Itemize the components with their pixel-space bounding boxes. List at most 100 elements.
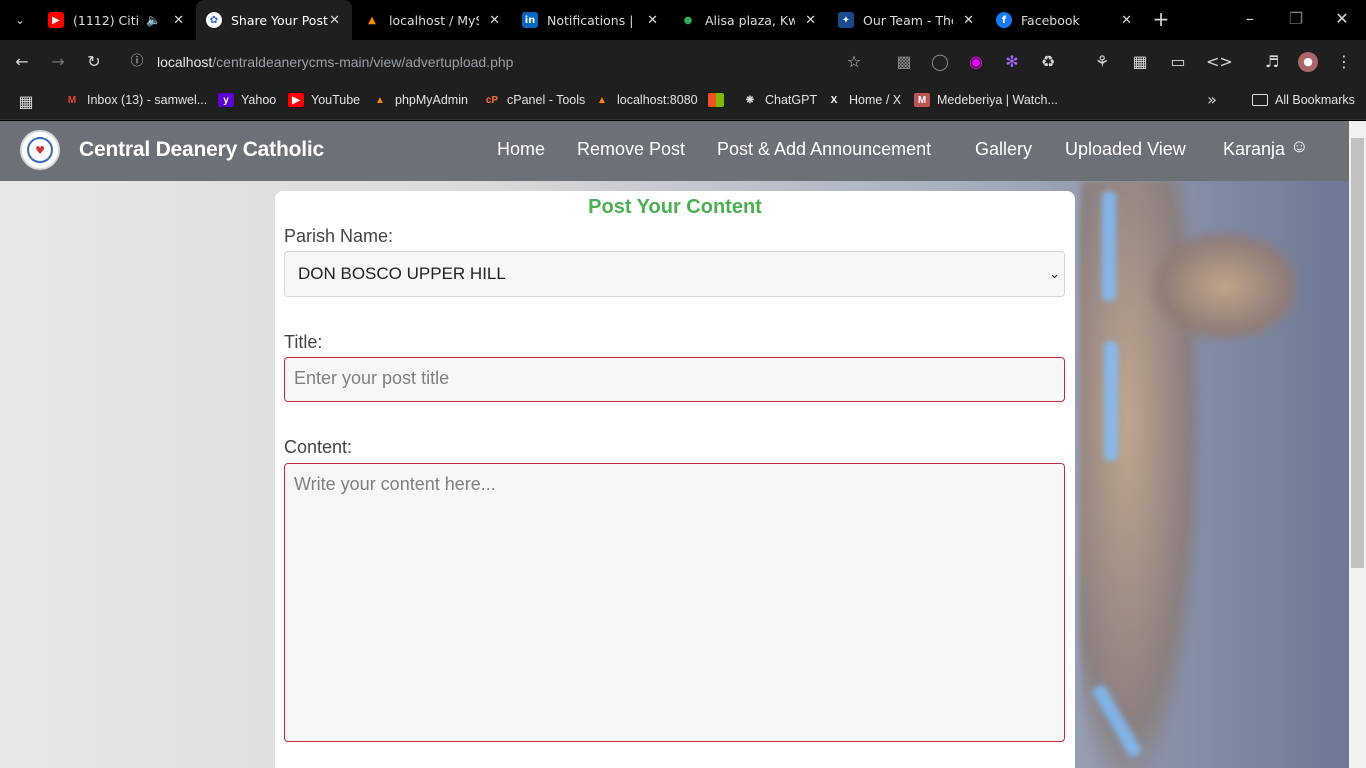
bookmark-localhost-8080[interactable]: ▲ localhost:8080: [594, 92, 698, 108]
nav-uploaded-view[interactable]: Uploaded View: [1065, 139, 1186, 160]
extension-circle-icon[interactable]: ◯: [930, 52, 950, 72]
bookmark-star-icon[interactable]: ☆: [844, 52, 864, 72]
phpmyadmin-icon: ▲: [375, 94, 385, 106]
medeberiya-icon: M: [914, 93, 930, 107]
title-label: Title:: [284, 332, 323, 352]
user-name: Karanja: [1223, 139, 1286, 159]
performance-icon[interactable]: ⚘: [1092, 52, 1112, 72]
bookmark-gmail[interactable]: M Inbox (13) - samwel...: [64, 92, 207, 108]
user-circle-icon: ☺: [1290, 136, 1309, 156]
tab-strip: ⌄ ▶ (1112) Citize 🔈 ✕ ✿ Share Your Post …: [0, 0, 1366, 40]
tab-our-team[interactable]: ✦ Our Team - The ✕: [830, 0, 980, 40]
address-bar[interactable]: localhost/centraldeanerycms-main/view/ad…: [157, 54, 513, 70]
profile-avatar[interactable]: ●: [1298, 52, 1318, 72]
close-icon[interactable]: ✕: [1121, 13, 1132, 28]
tab-share-your-post[interactable]: ✿ Share Your Post ✕: [196, 0, 352, 40]
all-bookmarks[interactable]: All Bookmarks: [1252, 92, 1355, 108]
bookmark-label: localhost:8080: [617, 93, 698, 107]
site-icon: ✿: [206, 12, 222, 28]
tab-maps[interactable]: ● Alisa plaza, Kwa ✕: [672, 0, 822, 40]
tab-phpmyadmin[interactable]: ▲ localhost / MySC ✕: [356, 0, 506, 40]
cast-icon[interactable]: ▭: [1168, 52, 1188, 72]
team-icon: ✦: [838, 12, 854, 28]
site-brand[interactable]: Central Deanery Catholic: [79, 138, 324, 162]
back-icon[interactable]: ←: [12, 52, 32, 72]
bookmark-medeberiya[interactable]: M Medeberiya | Watch...: [914, 92, 1058, 108]
tab-linkedin[interactable]: in Notifications | Li ✕: [514, 0, 664, 40]
bookmark-phpmyadmin[interactable]: ▲ phpMyAdmin: [372, 92, 468, 108]
page-content: ♥ Central Deanery Catholic Home Remove P…: [0, 121, 1349, 768]
chatgpt-icon: ❋: [745, 94, 755, 106]
minimize-icon[interactable]: –: [1240, 9, 1260, 29]
scrollbar-thumb[interactable]: [1351, 138, 1364, 568]
site-navbar: ♥ Central Deanery Catholic Home Remove P…: [0, 121, 1349, 181]
bookmark-label: cPanel - Tools: [507, 93, 586, 107]
close-icon[interactable]: ✕: [329, 13, 340, 28]
bookmark-label: YouTube: [311, 93, 361, 107]
media-control-icon[interactable]: ♬: [1262, 52, 1282, 72]
post-form-card: Post Your Content Parish Name: DON BOSCO…: [275, 191, 1075, 768]
nav-home[interactable]: Home: [497, 139, 545, 160]
x-icon: X: [830, 94, 838, 106]
bookmark-label: Yahoo: [241, 93, 277, 107]
content-textarea[interactable]: Write your content here...: [284, 463, 1065, 742]
bookmark-chatgpt[interactable]: ❋ ChatGPT: [742, 92, 817, 108]
gmail-icon: M: [67, 94, 77, 106]
parish-select[interactable]: DON BOSCO UPPER HILL ⌄: [284, 251, 1065, 297]
tab-title: (1112) Citize: [73, 12, 139, 28]
facebook-icon: f: [996, 12, 1012, 28]
apps-grid-icon[interactable]: ▦: [16, 92, 36, 112]
extension-brain-icon[interactable]: ✻: [1002, 52, 1022, 72]
all-bookmarks-label: All Bookmarks: [1275, 93, 1355, 107]
close-icon[interactable]: ✕: [963, 13, 974, 28]
nav-gallery[interactable]: Gallery: [975, 139, 1032, 160]
restore-icon[interactable]: ❐: [1286, 9, 1306, 29]
bookmark-microsoft[interactable]: [708, 92, 731, 108]
tab-search-icon[interactable]: ⌄: [10, 10, 30, 30]
forward-icon[interactable]: →: [48, 52, 68, 72]
speaker-icon[interactable]: 🔈: [146, 13, 161, 27]
bookmark-cpanel[interactable]: cP cPanel - Tools: [484, 92, 585, 108]
logo-heart-icon: ♥: [27, 137, 53, 163]
bookmark-x[interactable]: X Home / X: [826, 92, 901, 108]
tab-title: Facebook: [1021, 12, 1080, 28]
menu-icon[interactable]: ⋮: [1334, 52, 1354, 72]
youtube-icon: ▶: [48, 12, 64, 28]
close-icon[interactable]: ✕: [805, 13, 816, 28]
window-close-icon[interactable]: ✕: [1332, 9, 1352, 29]
nav-user-karanja[interactable]: Karanja ☺: [1223, 136, 1309, 160]
form-title: Post Your Content: [588, 196, 762, 218]
close-icon[interactable]: ✕: [173, 13, 184, 28]
url-host: localhost: [157, 54, 213, 70]
bookmark-label: phpMyAdmin: [395, 93, 468, 107]
tab-facebook[interactable]: f Facebook ✕: [988, 0, 1138, 40]
site-logo[interactable]: ♥: [20, 130, 60, 170]
reload-icon[interactable]: ↻: [84, 52, 104, 72]
devtools-icon[interactable]: <>: [1206, 52, 1233, 72]
bookmark-youtube[interactable]: ▶ YouTube: [288, 92, 360, 108]
bookmark-label: Inbox (13) - samwel...: [87, 93, 208, 107]
more-bookmarks-icon[interactable]: »: [1202, 90, 1222, 110]
tab-title: Notifications | Li: [547, 12, 637, 28]
linkedin-icon: in: [522, 12, 538, 28]
tab-title: Our Team - The: [863, 12, 953, 28]
title-input[interactable]: Enter your post title: [284, 357, 1065, 402]
tab-youtube[interactable]: ▶ (1112) Citize 🔈 ✕: [40, 0, 190, 40]
phpmyadmin-icon: ▲: [368, 14, 376, 26]
nav-post-announcement[interactable]: Post & Add Announcement: [717, 139, 931, 160]
nav-remove-post[interactable]: Remove Post: [577, 139, 685, 160]
background-glow: [1104, 341, 1118, 461]
close-icon[interactable]: ✕: [647, 13, 658, 28]
tab-title: Alisa plaza, Kwa: [705, 12, 795, 28]
bookmark-yahoo[interactable]: y Yahoo: [218, 92, 276, 108]
extension-color-icon[interactable]: ◉: [966, 52, 986, 72]
background-cross-arm: [1150, 231, 1300, 341]
extensions-puzzle-icon[interactable]: ♻: [1038, 52, 1058, 72]
background-glow: [1102, 191, 1116, 301]
new-tab-icon[interactable]: +: [1150, 9, 1172, 29]
phpmyadmin-icon: ▲: [597, 94, 607, 106]
extension-robot-icon[interactable]: ▩: [894, 52, 914, 72]
site-info-icon[interactable]: ⓘ: [127, 52, 147, 72]
close-icon[interactable]: ✕: [489, 13, 500, 28]
qr-code-icon[interactable]: ▦: [1130, 52, 1150, 72]
